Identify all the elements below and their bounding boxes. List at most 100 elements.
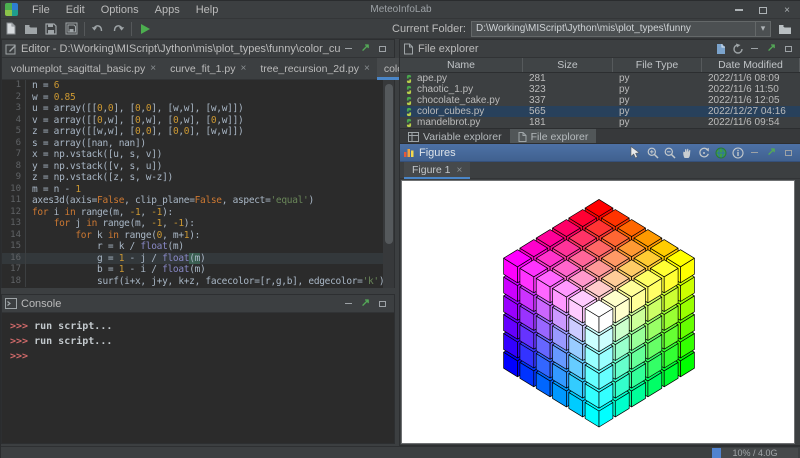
refresh-icon (732, 43, 744, 55)
code-line-11[interactable]: 11axes3d(axis=False, clip_plane=False, a… (2, 195, 394, 207)
close-icon[interactable]: × (457, 165, 463, 176)
editor-restore-button[interactable]: ↗ (357, 41, 374, 57)
refresh-button[interactable] (729, 41, 746, 57)
zoom-in-button[interactable] (644, 145, 661, 161)
rotate-button[interactable] (695, 145, 712, 161)
editor-minimize-button[interactable] (340, 41, 357, 57)
line-number: 5 (2, 126, 26, 138)
select-tool-button[interactable] (627, 145, 644, 161)
tab-tree-recursion-2d[interactable]: tree_recursion_2d.py× (253, 58, 377, 79)
window-minimize-button[interactable] (727, 1, 751, 19)
current-folder-combobox[interactable]: D:\Working\MIScript\Jython\mis\plot_type… (471, 21, 771, 37)
figures-minimize-button[interactable] (746, 145, 763, 161)
file-explorer-header: File explorer ↗ (400, 40, 800, 58)
file-icon (403, 43, 414, 55)
code-text: u = array([[0,0], [0,0], [w,w], [w,w]]) (26, 103, 243, 115)
new-file-button[interactable] (1, 20, 21, 38)
save-button[interactable] (41, 20, 61, 38)
figures-restore-button[interactable]: ↗ (763, 145, 780, 161)
tab-volumeplot-sagittal-basic[interactable]: volumeplot_sagittal_basic.py× (4, 58, 163, 79)
code-line-14[interactable]: 14 for k in range(0, m+1): (2, 230, 394, 242)
redo-button[interactable] (108, 20, 128, 38)
globe-button[interactable] (712, 145, 729, 161)
menu-options[interactable]: Options (93, 1, 147, 19)
file-modified: 2022/11/6 12:05 (702, 95, 800, 106)
variable-grid-icon (408, 132, 419, 142)
code-line-1[interactable]: 1n = 6 (2, 80, 394, 92)
editor-maximize-button[interactable] (374, 41, 391, 57)
code-line-4[interactable]: 4v = array([[0,w], [0,w], [0,w], [0,w]]) (2, 115, 394, 127)
file-explorer-restore-button[interactable]: ↗ (763, 41, 780, 57)
close-icon[interactable]: × (150, 63, 156, 74)
figures-maximize-button[interactable] (780, 145, 797, 161)
code-line-12[interactable]: 12for i in range(m, -1, -1): (2, 207, 394, 219)
tab-curve-fit-1[interactable]: curve_fit_1.py× (163, 58, 253, 79)
memory-usage-text: 10% / 4.0G (732, 448, 777, 458)
code-line-3[interactable]: 3u = array([[0,0], [0,0], [w,w], [w,w]]) (2, 103, 394, 115)
console-prompt: >>> (10, 336, 34, 347)
file-row-ape.py[interactable]: ape.py281py2022/11/6 08:09 (400, 73, 800, 84)
column-header-filetype[interactable]: File Type (613, 58, 702, 72)
file-explorer-maximize-button[interactable] (780, 41, 797, 57)
editor-scrollbar[interactable] (383, 80, 394, 288)
menu-apps[interactable]: Apps (147, 1, 188, 19)
file-row-chaotic_1.py[interactable]: chaotic_1.py323py2022/11/6 11:50 (400, 84, 800, 95)
main-toolbar: Current Folder: D:\Working\MIScript\Jyth… (1, 19, 800, 39)
code-line-6[interactable]: 6s = array([nan, nan]) (2, 138, 394, 150)
file-explorer-minimize-button[interactable] (746, 41, 763, 57)
file-type: py (613, 73, 702, 84)
window-maximize-button[interactable] (751, 1, 775, 19)
close-icon[interactable]: × (364, 63, 370, 74)
memory-indicator[interactable]: 10% / 4.0G (712, 448, 798, 458)
restore-arrow-icon: ↗ (767, 147, 776, 158)
close-icon[interactable]: × (240, 63, 246, 74)
column-header-name[interactable]: Name (400, 58, 523, 72)
code-line-15[interactable]: 15 r = k / float(m) (2, 241, 394, 253)
code-line-18[interactable]: 18 surf(i+x, j+y, k+z, facecolor=[r,g,b]… (2, 276, 394, 288)
column-header-modified[interactable]: Date Modified (702, 58, 800, 72)
console-prompt: >>> (10, 321, 34, 332)
run-script-button[interactable] (135, 20, 155, 38)
code-line-16[interactable]: 16 g = 1 - j / float(m) (2, 253, 394, 265)
code-line-10[interactable]: 10m = n - 1 (2, 184, 394, 196)
menu-help[interactable]: Help (188, 1, 227, 19)
code-text: for i in range(m, -1, -1): (26, 207, 173, 219)
console-line: >>> (10, 349, 394, 364)
column-header-size[interactable]: Size (523, 58, 613, 72)
zoom-out-button[interactable] (661, 145, 678, 161)
open-folder-button[interactable] (21, 20, 41, 38)
code-line-5[interactable]: 5z = array([[w,w], [0,0], [0,0], [w,w]]) (2, 126, 394, 138)
code-line-7[interactable]: 7x = np.vstack([u, s, v]) (2, 149, 394, 161)
pan-button[interactable] (678, 145, 695, 161)
editor-scrollbar-thumb[interactable] (385, 84, 393, 244)
console-minimize-button[interactable] (340, 296, 357, 312)
menu-edit[interactable]: Edit (58, 1, 93, 19)
new-window-button[interactable] (712, 41, 729, 57)
menu-file[interactable]: File (24, 1, 58, 19)
undo-button[interactable] (88, 20, 108, 38)
chevron-down-icon[interactable]: ▾ (755, 22, 770, 36)
code-line-2[interactable]: 2w = 0.85 (2, 92, 394, 104)
file-name: chaotic_1.py (417, 84, 473, 95)
window-close-button[interactable]: × (775, 1, 799, 19)
file-row-chocolate_cake.py[interactable]: chocolate_cake.py337py2022/11/6 12:05 (400, 95, 800, 106)
code-line-13[interactable]: 13 for j in range(m, -1, -1): (2, 218, 394, 230)
figure-canvas[interactable] (401, 180, 795, 444)
explorer-bottom-tabs: Variable explorer File explorer (400, 128, 800, 144)
console-restore-button[interactable]: ↗ (357, 296, 374, 312)
tab-variable-explorer[interactable]: Variable explorer (400, 129, 510, 144)
code-line-8[interactable]: 8y = np.vstack([v, s, u]) (2, 161, 394, 173)
file-row-color_cubes.py[interactable]: color_cubes.py565py2022/12/27 04:16 (400, 106, 800, 117)
code-editor[interactable]: 1n = 62w = 0.853u = array([[0,0], [0,0],… (2, 80, 394, 288)
code-line-17[interactable]: 17 b = 1 - i / float(m) (2, 264, 394, 276)
console-maximize-button[interactable] (374, 296, 391, 312)
identify-button[interactable] (729, 145, 746, 161)
file-row-mandelbrot.py[interactable]: mandelbrot.py181py2022/11/6 09:54 (400, 117, 800, 128)
file-name-cell: color_cubes.py (400, 106, 523, 117)
browse-folder-button[interactable] (775, 20, 795, 38)
console-output[interactable]: >>> run script...>>> run script...>>> (2, 313, 394, 443)
code-line-9[interactable]: 9z = np.vstack([z, s, w-z]) (2, 172, 394, 184)
save-all-button[interactable] (61, 20, 81, 38)
tab-file-explorer[interactable]: File explorer (510, 129, 597, 144)
tab-figure-1[interactable]: Figure 1 × (404, 162, 470, 178)
